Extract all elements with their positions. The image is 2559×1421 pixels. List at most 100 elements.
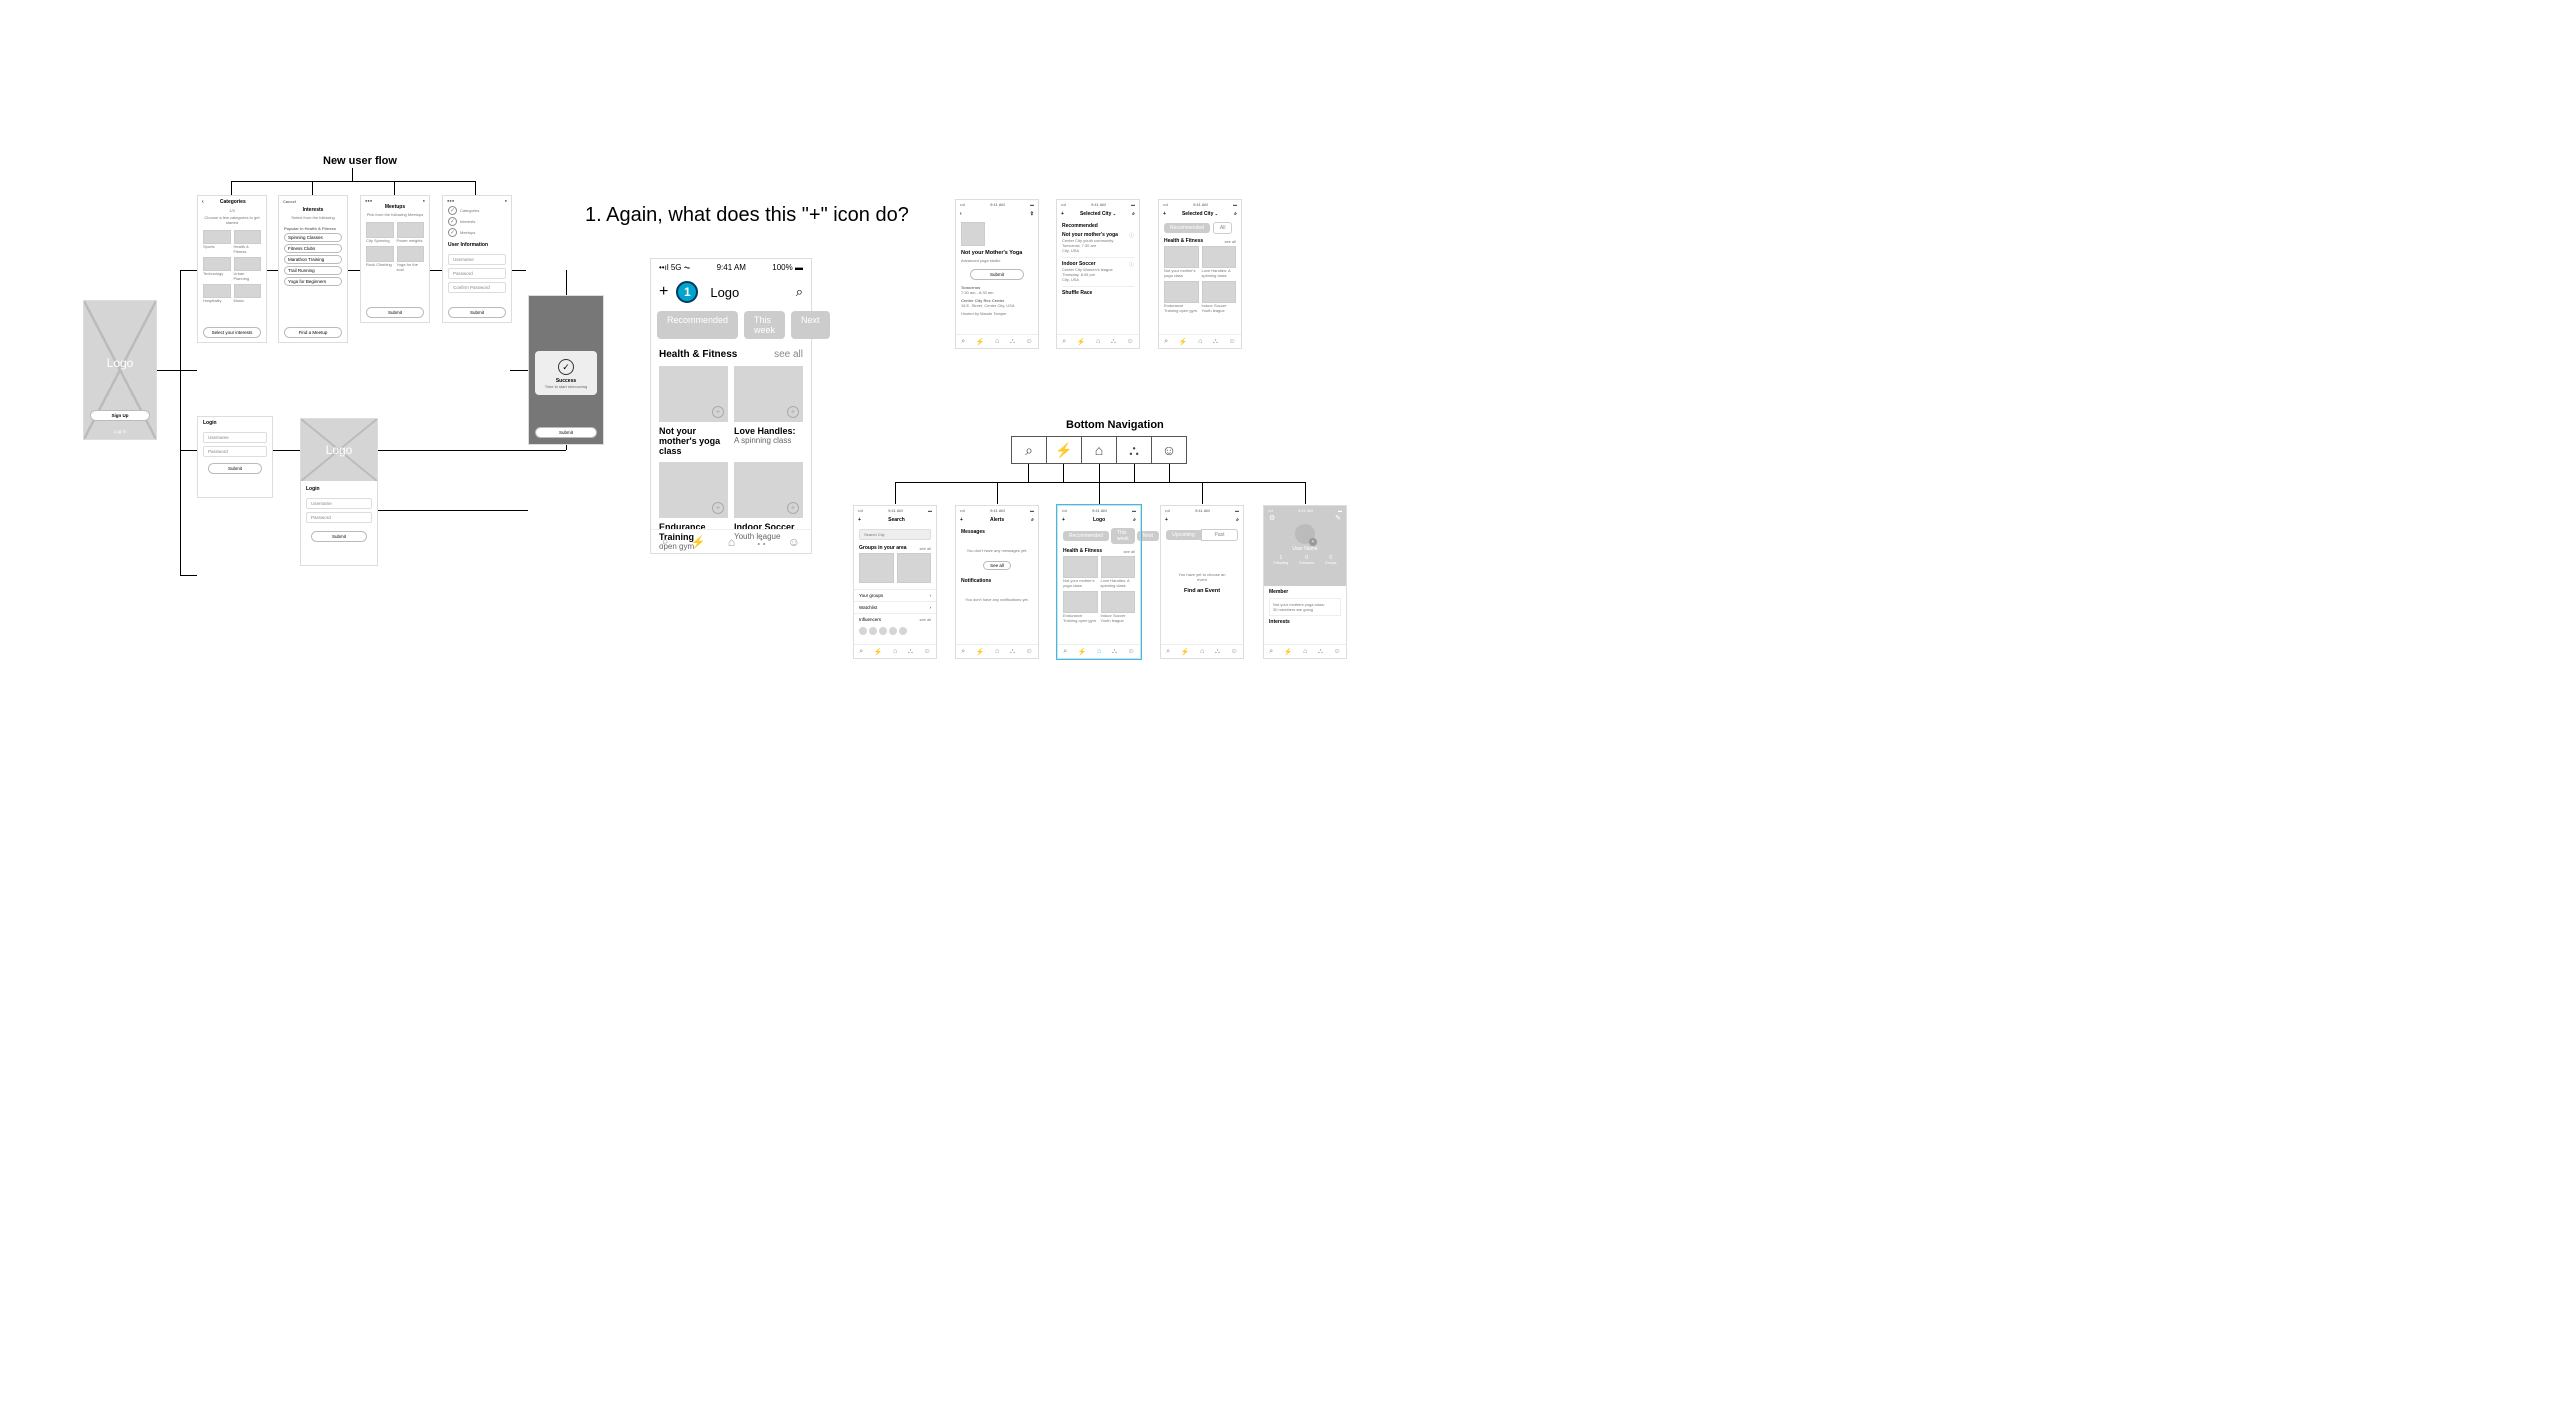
nav-home-icon[interactable]: ⌂ <box>893 648 897 655</box>
interest-chip[interactable]: Spinning Classes <box>284 233 342 242</box>
grid-card[interactable]: Love Handles: A spinning class <box>1202 246 1237 278</box>
meetup-card[interactable]: Power weights <box>397 222 425 243</box>
signup-button[interactable]: Sign Up <box>90 410 150 421</box>
see-all-link[interactable]: see all <box>774 349 803 360</box>
nav-user-icon[interactable]: ☺ <box>1231 648 1238 655</box>
meetup-card[interactable]: City Spinning <box>366 222 394 243</box>
nav-home-icon[interactable]: ⌂ <box>995 648 999 655</box>
tab-past[interactable]: Past <box>1201 529 1238 541</box>
nav-user-icon[interactable]: ☺ <box>1026 648 1033 655</box>
interest-chip[interactable]: Trail Running <box>284 266 342 275</box>
nav-bolt-icon[interactable]: ⚡ <box>691 535 706 549</box>
plus-icon[interactable]: + <box>858 517 861 523</box>
nav-home-icon[interactable]: ⌂ <box>1303 648 1307 655</box>
success-cta[interactable]: Submit <box>535 427 597 438</box>
plus-icon[interactable]: + <box>1062 517 1065 523</box>
interest-chip[interactable]: Fitness Clubs <box>284 244 342 253</box>
tab-all[interactable]: All <box>1213 222 1233 234</box>
member-card[interactable]: Not your mothers yoga class: 30 members … <box>1269 598 1341 616</box>
nav-bolt-icon[interactable]: ⚡ <box>976 648 985 656</box>
search-icon[interactable]: ⌕ <box>1234 211 1237 217</box>
nav-user-icon[interactable]: ☺ <box>1128 648 1135 655</box>
nav-user-icon[interactable]: ☺ <box>1334 648 1341 655</box>
meetups-cta[interactable]: Submit <box>366 307 424 318</box>
meetup-card[interactable]: Yoga for the soul <box>397 246 425 272</box>
nav-group-icon[interactable]: ⛬ <box>1010 338 1015 346</box>
feed-card[interactable]: Not your mother's yoga class <box>659 366 728 456</box>
nav-user-icon[interactable]: ☺ <box>788 535 800 549</box>
nav-group-icon[interactable]: ⛬ <box>1111 338 1116 346</box>
plus-icon[interactable]: + <box>659 283 668 301</box>
password-field[interactable]: Password <box>306 512 372 523</box>
plus-icon[interactable]: + <box>1061 211 1064 217</box>
grid-card[interactable]: Not your mother's yoga class <box>1164 246 1199 278</box>
nav-group-icon[interactable]: ⛬ <box>908 648 913 656</box>
settings-icon[interactable]: ⚙ <box>1269 514 1275 522</box>
see-all-link[interactable]: see all <box>1123 549 1135 554</box>
password-field[interactable]: Password <box>203 446 267 457</box>
nav-home-icon[interactable]: ⌂ <box>995 338 999 345</box>
category-item[interactable]: Health & Fitness <box>234 230 262 254</box>
nav-bolt-icon[interactable]: ⚡ <box>1077 338 1086 346</box>
event-row[interactable]: ⓘ Not your mother's yoga Center City you… <box>1062 232 1134 258</box>
search-icon[interactable]: ⌕ <box>1133 517 1136 523</box>
nav-group-icon[interactable]: ⛬ <box>1010 648 1015 656</box>
nav-search-icon[interactable]: ⌕ <box>1063 648 1067 656</box>
event-submit[interactable]: Submit <box>970 269 1024 280</box>
nav-group-icon[interactable]: ⛬ <box>1112 648 1117 656</box>
add-photo-icon[interactable]: + <box>1309 538 1317 546</box>
category-item[interactable]: Music <box>234 284 262 303</box>
nav-search-icon[interactable]: ⌕ <box>961 338 965 346</box>
share-icon[interactable]: ⇪ <box>1030 211 1034 217</box>
home-card[interactable]: Not your mother's yoga class <box>1063 556 1098 588</box>
plus-icon[interactable]: + <box>1163 211 1166 217</box>
interest-chip[interactable]: Marathon Training <box>284 255 342 264</box>
nav-cell-group[interactable]: ⛬ <box>1117 437 1152 463</box>
nav-home-icon[interactable]: ⌂ <box>728 535 735 549</box>
nav-group-icon[interactable]: ⛬ <box>1318 648 1323 656</box>
see-all-link[interactable]: see all <box>1224 239 1236 244</box>
search-icon[interactable]: ⌕ <box>796 284 803 300</box>
chip-recommended[interactable]: Recommended <box>657 311 738 339</box>
search-icon[interactable]: ⌕ <box>1031 517 1034 523</box>
login-link[interactable]: Log in <box>84 429 156 434</box>
confirm-password-field[interactable]: Confirm Password <box>448 282 506 293</box>
nav-home-icon[interactable]: ⌂ <box>1200 648 1204 655</box>
nav-cell-search[interactable]: ⌕ <box>1012 437 1047 463</box>
category-item[interactable]: Hospitality <box>203 284 231 303</box>
password-field[interactable]: Password <box>448 268 506 279</box>
plus-icon[interactable]: + <box>1165 517 1168 523</box>
home-tab[interactable]: Next <box>1137 531 1159 541</box>
home-tab[interactable]: Recommended <box>1063 531 1109 541</box>
nav-search-icon[interactable]: ⌕ <box>1269 648 1273 656</box>
nav-search-icon[interactable]: ⌕ <box>1166 648 1170 656</box>
nav-search-icon[interactable]: ⌕ <box>1164 338 1168 346</box>
city-title[interactable]: Selected City ⌄ <box>1080 211 1116 217</box>
userinfo-cta[interactable]: Submit <box>448 307 506 318</box>
nav-group-icon[interactable]: ⛬ <box>757 534 765 549</box>
home-card[interactable]: Endurance Training open gym <box>1063 591 1098 623</box>
nav-bolt-icon[interactable]: ⚡ <box>874 648 883 656</box>
nav-search-icon[interactable]: ⌕ <box>662 534 669 549</box>
grid-card[interactable]: Endurance Training open gym <box>1164 281 1199 313</box>
username-field[interactable]: Username <box>203 432 267 443</box>
watchlist-row[interactable]: Watchlist› <box>854 601 936 613</box>
nav-user-icon[interactable]: ☺ <box>924 648 931 655</box>
username-field[interactable]: Username <box>306 498 372 509</box>
chip-next[interactable]: Next <box>791 311 830 339</box>
search-icon[interactable]: ⌕ <box>1132 211 1135 217</box>
username-field[interactable]: Username <box>448 254 506 265</box>
nav-cell-home[interactable]: ⌂ <box>1082 437 1117 463</box>
info-icon[interactable]: ⓘ <box>1129 232 1134 239</box>
category-item[interactable]: Urban Planning <box>234 257 262 281</box>
nav-bolt-icon[interactable]: ⚡ <box>1179 338 1188 346</box>
nav-user-icon[interactable]: ☺ <box>1026 338 1033 345</box>
login-submit[interactable]: Submit <box>311 531 367 542</box>
tab-recommended[interactable]: Recommended <box>1164 223 1210 233</box>
search-input[interactable]: Search City <box>859 529 931 540</box>
plus-icon[interactable]: + <box>960 517 963 523</box>
feed-card[interactable]: Love Handles:A spinning class <box>734 366 803 456</box>
categories-cta[interactable]: Select your interests <box>203 327 261 338</box>
meetup-card[interactable]: Rock Climbing <box>366 246 394 272</box>
nav-search-icon[interactable]: ⌕ <box>859 648 863 656</box>
